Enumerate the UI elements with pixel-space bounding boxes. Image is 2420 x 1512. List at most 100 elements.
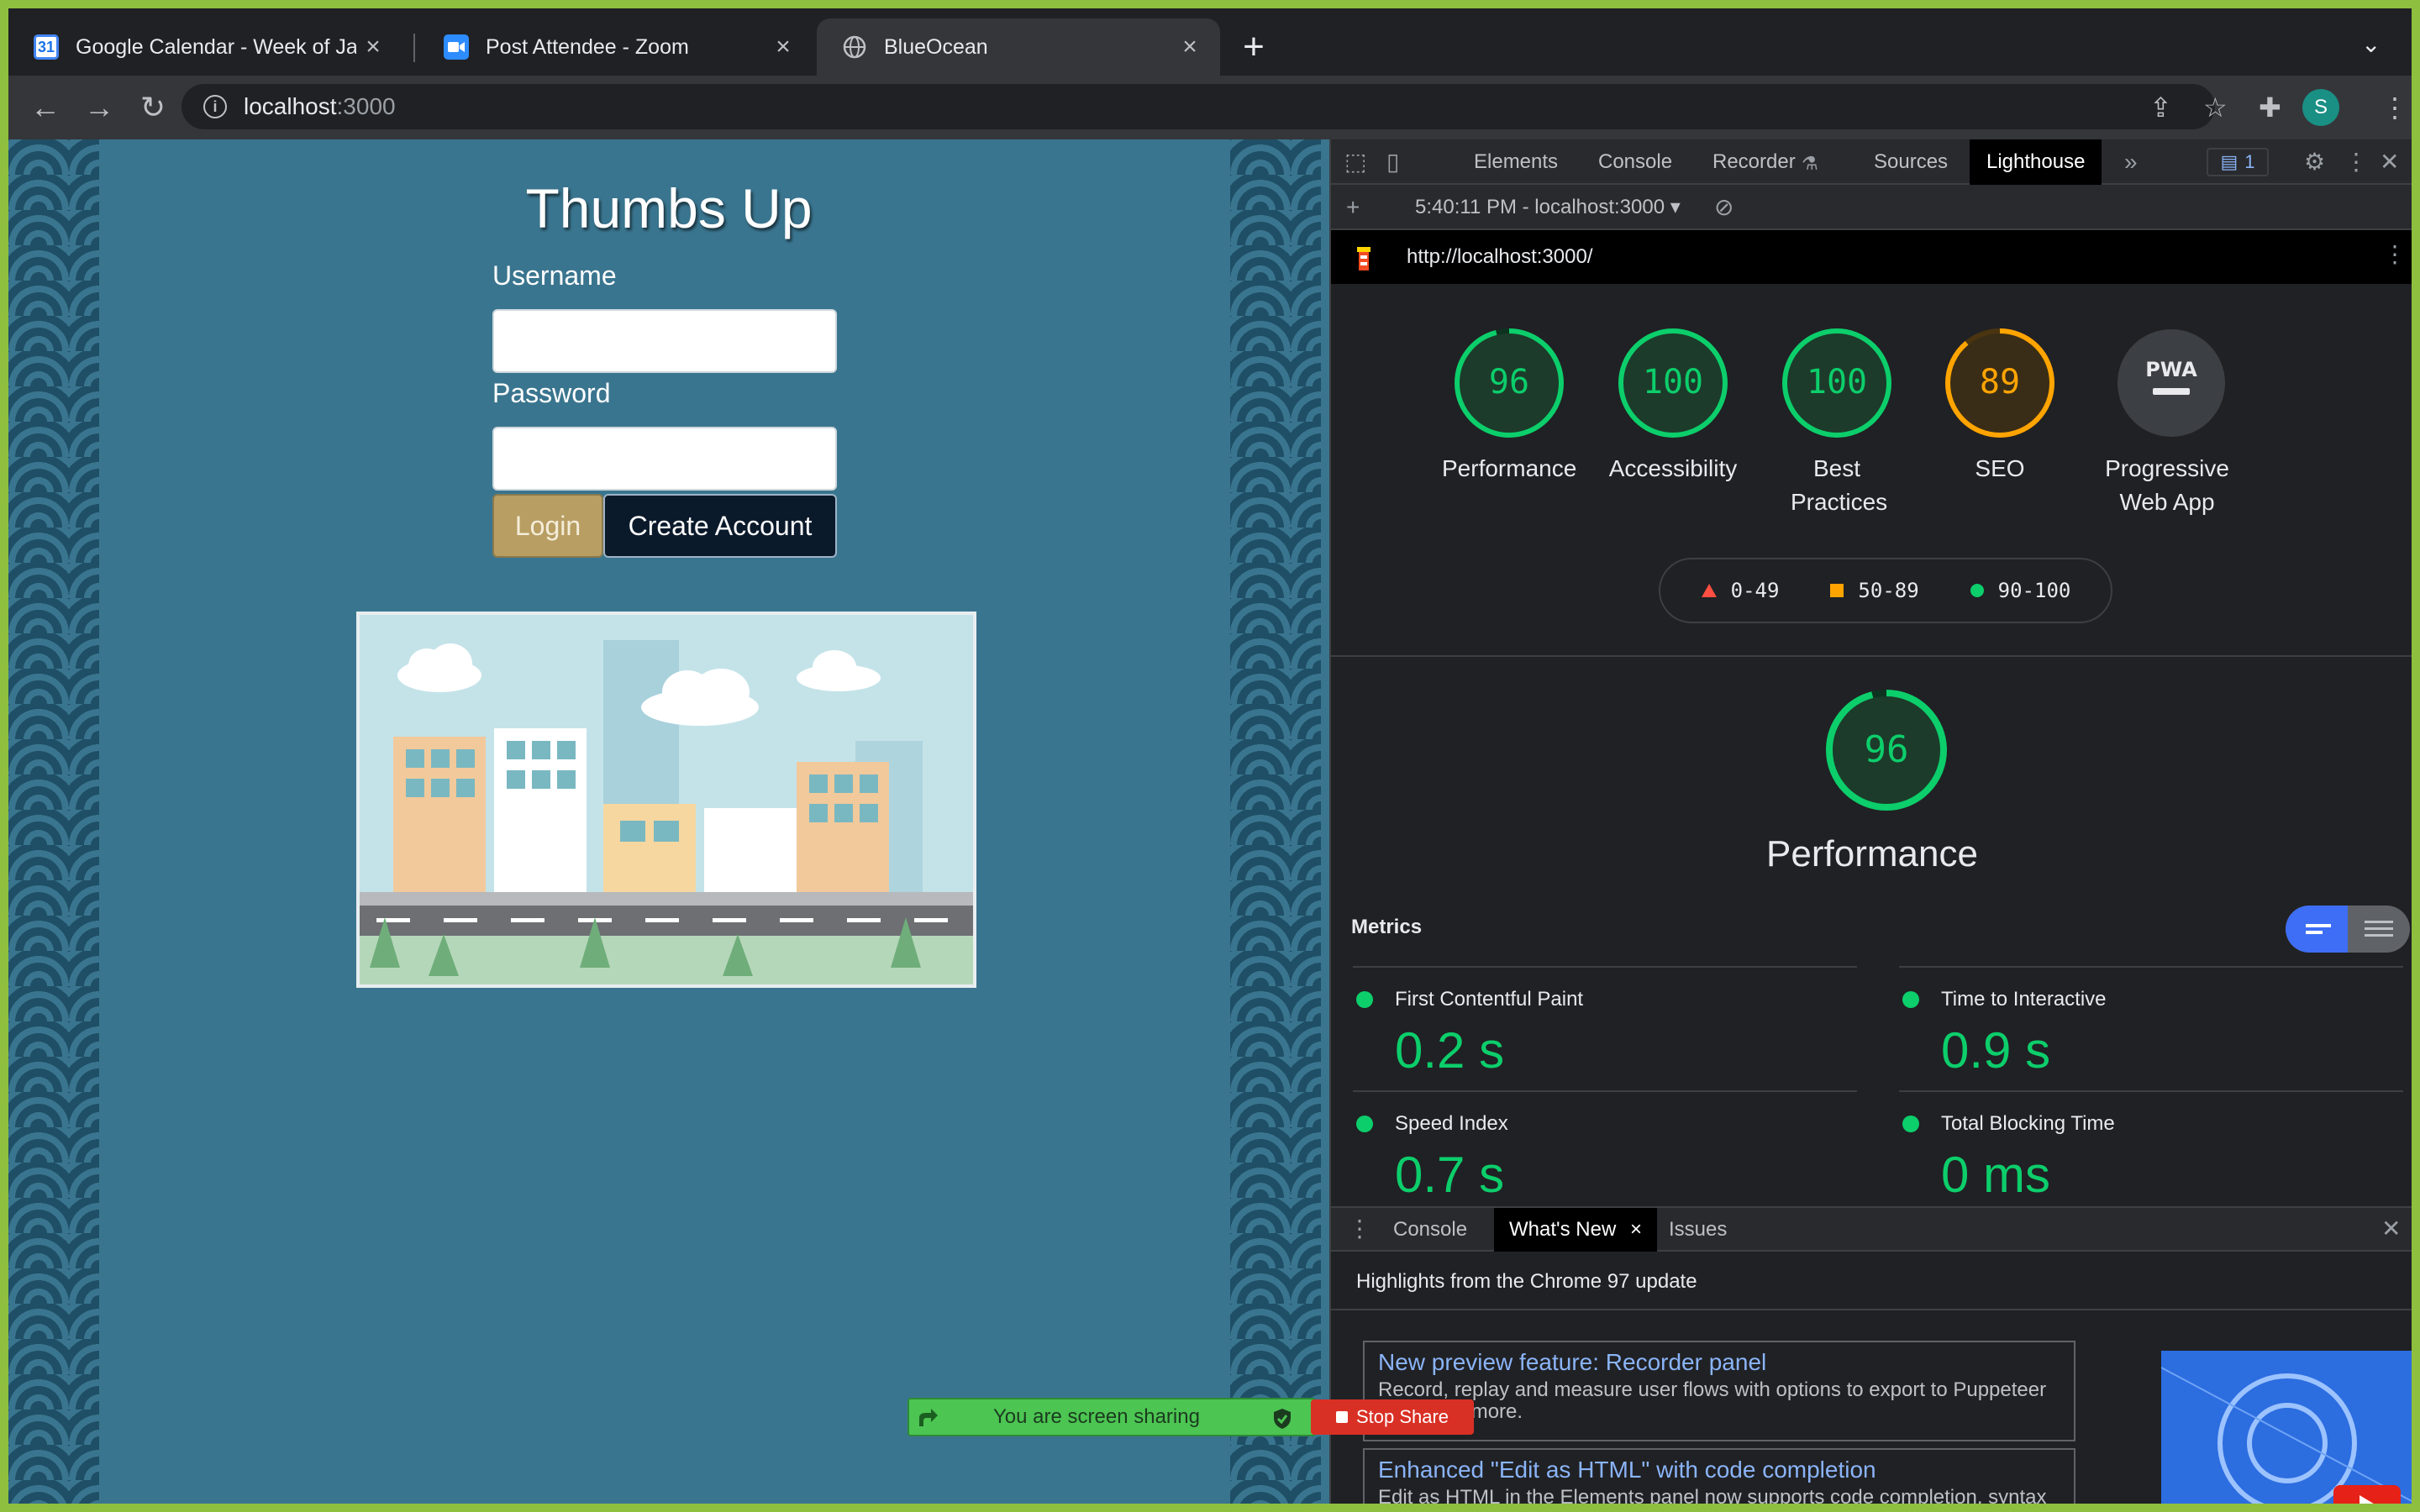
kebab-menu-icon[interactable]: ⋮ (2383, 242, 2407, 267)
expanded-view-icon[interactable] (2348, 906, 2410, 953)
close-icon[interactable]: × (766, 33, 800, 61)
metric-value: 0.7 s (1395, 1147, 1505, 1203)
metric-value: 0 ms (1941, 1147, 2051, 1203)
kebab-menu-icon[interactable]: ⋮ (1348, 1216, 1371, 1242)
extensions-icon[interactable]: ✚ (2259, 91, 2281, 124)
close-icon[interactable]: × (356, 33, 390, 61)
metric-name: Speed Index (1395, 1112, 1508, 1135)
inspect-icon[interactable]: ⬚ (1344, 150, 1366, 175)
tab-lighthouse[interactable]: Lighthouse (1970, 139, 2102, 185)
reload-icon[interactable]: ↻ (134, 91, 171, 124)
avatar[interactable]: S (2302, 89, 2339, 126)
gauge-best-practices[interactable]: 100 Best Practices (1770, 326, 1904, 519)
score-value: 100 (1807, 363, 1867, 402)
login-button[interactable]: Login (492, 494, 603, 558)
card-title[interactable]: Enhanced "Edit as HTML" with code comple… (1378, 1457, 2060, 1483)
kebab-menu-icon[interactable]: ⋮ (2344, 150, 2368, 175)
metric-value: 0.2 s (1395, 1022, 1505, 1079)
browser-toolbar: ← → ↻ i localhost:3000 ⇪ ☆ ✚ S ⋮ (8, 76, 2412, 139)
devtools-panel: ⬚ ▯ Elements Console Recorder ⚗ Sources … (1329, 139, 2412, 1504)
browser-window: 31 Google Calendar - Week of Jan × Post … (8, 8, 2412, 1504)
info-icon[interactable]: i (203, 95, 227, 118)
report-select[interactable]: 5:40:11 PM - localhost:3000 ▾ (1415, 195, 1681, 219)
drawer-tab-console[interactable]: Console (1393, 1208, 1467, 1252)
menu-icon[interactable]: ⋮ (2381, 91, 2408, 124)
gear-icon[interactable]: ⚙ (2304, 150, 2325, 175)
tab-elements[interactable]: Elements (1474, 139, 1558, 185)
whats-new-panel: Highlights from the Chrome 97 update New… (1331, 1252, 2412, 1504)
compact-view-icon[interactable] (2286, 906, 2348, 953)
card-description: Edit as HTML in the Elements panel now s… (1378, 1486, 2047, 1504)
gauge-pwa[interactable]: PWA Progressive Web App (2096, 326, 2247, 519)
close-icon[interactable]: ✕ (2380, 150, 2399, 175)
zoom-icon (444, 34, 469, 60)
create-account-button[interactable]: Create Account (603, 494, 837, 558)
drawer-tab-issues[interactable]: Issues (1669, 1208, 1727, 1252)
more-tabs-icon[interactable]: » (2124, 150, 2138, 175)
legend-average-label: 50-89 (1858, 579, 1919, 602)
tab-title: Post Attendee - Zoom (486, 34, 689, 59)
star-icon[interactable]: ☆ (2203, 91, 2228, 124)
close-icon[interactable]: ✕ (2381, 1216, 2401, 1242)
plus-icon[interactable]: + (1346, 195, 1360, 220)
screen-sharing-banner[interactable]: You are screen sharing (908, 1398, 1316, 1436)
issues-badge[interactable]: ▤ 1 (2207, 148, 2269, 176)
metric-tbt: Total Blocking Time 0 ms (1899, 1090, 2403, 1204)
back-icon[interactable]: ← (27, 91, 64, 124)
close-icon[interactable]: × (1630, 1218, 1642, 1241)
chevron-down-icon[interactable]: ⌄ (2361, 30, 2381, 58)
stop-share-label: Stop Share (1355, 1406, 1449, 1427)
stop-icon (1335, 1411, 1348, 1423)
score-ring: 89 (1945, 328, 2054, 438)
tab-blueocean[interactable]: BlueOcean × (817, 18, 1220, 76)
flask-icon: ⚗ (1802, 153, 1818, 174)
gauge-label: Best Practices (1791, 455, 1888, 515)
report-url-bar: http://localhost:3000/ ⋮ (1331, 230, 2412, 284)
score-ring: 100 (1782, 328, 1891, 438)
video-thumbnail[interactable] (2161, 1351, 2412, 1504)
tab-console[interactable]: Console (1598, 139, 1672, 185)
device-toolbar-icon[interactable]: ▯ (1386, 150, 1399, 175)
tab-sources[interactable]: Sources (1874, 139, 1948, 185)
stop-share-button[interactable]: Stop Share (1311, 1399, 1474, 1435)
legend-fail-label: 0-49 (1730, 579, 1780, 602)
gauge-label: Accessibility (1608, 455, 1738, 481)
forward-icon[interactable]: → (81, 91, 118, 124)
circle-icon (1970, 584, 1984, 597)
tab-zoom[interactable]: Post Attendee - Zoom × (418, 18, 813, 76)
gauge-seo[interactable]: 89 SEO (1933, 326, 2067, 486)
username-input[interactable] (492, 309, 837, 373)
gauge-performance[interactable]: 96 Performance (1442, 326, 1576, 486)
score-ring: 96 (1826, 690, 1947, 811)
score-value: 89 (1980, 363, 2020, 402)
web-page: Thumbs Up Username Password Login Create… (8, 139, 1329, 1504)
password-input[interactable] (492, 427, 837, 491)
metric-fcp: First Contentful Paint 0.2 s (1353, 966, 1857, 1079)
metric-value: 0.9 s (1941, 1022, 2051, 1079)
close-icon[interactable]: × (1173, 33, 1207, 61)
tab-recorder[interactable]: Recorder (1712, 139, 1796, 185)
legend-fail: 0-49 (1701, 579, 1780, 602)
drawer-tab-label: What's New (1509, 1218, 1617, 1241)
square-icon (1830, 584, 1844, 597)
metrics-heading: Metrics (1351, 916, 1423, 938)
tab-google-calendar[interactable]: 31 Google Calendar - Week of Jan × (8, 18, 403, 76)
legend-pass-label: 90-100 (1997, 579, 2071, 602)
card-title[interactable]: New preview feature: Recorder panel (1378, 1349, 2060, 1376)
legend-average: 50-89 (1829, 579, 1919, 602)
share-arrow-icon (919, 1409, 938, 1426)
block-icon[interactable]: ⊘ (1714, 195, 1733, 220)
drawer-tab-whats-new[interactable]: What's New × (1494, 1208, 1657, 1252)
new-tab-button[interactable]: + (1232, 25, 1276, 69)
metric-name: First Contentful Paint (1395, 988, 1584, 1011)
divider (1331, 1309, 2412, 1310)
tab-title: Google Calendar - Week of Jan (76, 34, 356, 59)
gauge-accessibility[interactable]: 100 Accessibility (1606, 326, 1740, 486)
share-icon[interactable]: ⇪ (2149, 91, 2172, 124)
metric-name: Total Blocking Time (1941, 1112, 2115, 1135)
wave-pattern-left (8, 139, 99, 1504)
address-bar[interactable]: i localhost:3000 (182, 84, 2215, 129)
feature-card-edit-html[interactable]: Enhanced "Edit as HTML" with code comple… (1363, 1448, 2075, 1504)
metrics-view-toggle[interactable] (2286, 906, 2410, 953)
score-ring: 96 (1455, 328, 1564, 438)
